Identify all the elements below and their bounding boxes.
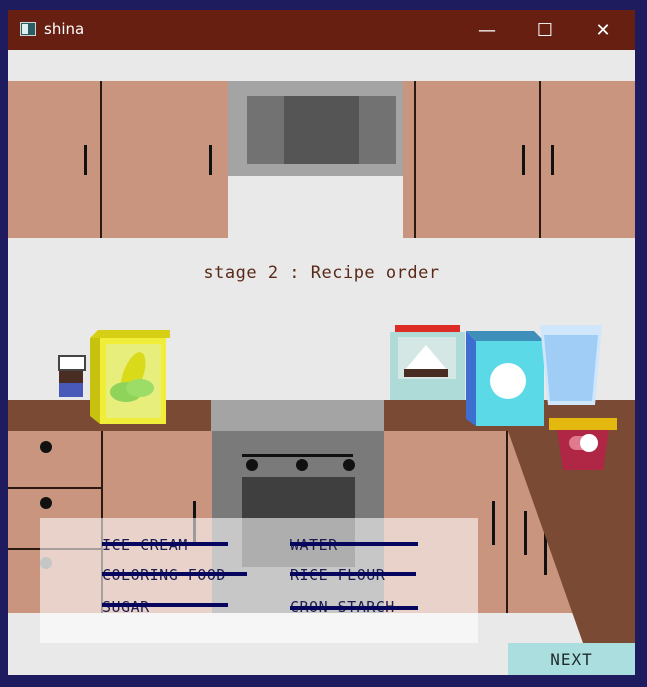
upper-cabinets-left	[8, 81, 228, 238]
app-window-icon	[20, 22, 36, 36]
sugar-box-icon[interactable]	[466, 331, 546, 426]
strikethrough-line	[290, 542, 418, 546]
close-button[interactable]: ✕	[574, 10, 632, 50]
strikethrough-line	[290, 606, 418, 610]
corn-box-icon[interactable]	[90, 330, 170, 424]
water-glass-icon[interactable]	[540, 325, 604, 405]
stage-label: stage 2 : Recipe order	[203, 263, 440, 283]
next-button[interactable]: NEXT	[508, 643, 635, 675]
upper-cabinets-right	[403, 81, 635, 238]
minimize-button[interactable]: —	[458, 10, 516, 50]
game-window: shina — ☐ ✕ stage 2 : Recipe order SUGAR…	[8, 10, 635, 675]
strikethrough-line	[102, 542, 228, 546]
recipe-item-sugar: SUGAR	[102, 598, 150, 616]
jar-icon[interactable]	[56, 355, 86, 400]
kitchen-scene: stage 2 : Recipe order SUGAR NEXT	[8, 50, 635, 675]
range-hood	[228, 81, 414, 176]
strikethrough-line	[102, 603, 228, 607]
strikethrough-line	[102, 572, 247, 576]
strikethrough-line	[290, 572, 416, 576]
coloring-bowl-icon[interactable]	[549, 418, 617, 470]
window-title: shina	[44, 20, 85, 38]
stove-top	[211, 400, 385, 431]
maximize-button[interactable]: ☐	[516, 10, 574, 50]
title-bar[interactable]: shina — ☐ ✕	[8, 10, 635, 50]
recipe-panel: ICE CREAM WATER COLORING FOOD RICE FLOUR…	[40, 518, 478, 643]
flour-container-icon[interactable]	[390, 325, 465, 400]
